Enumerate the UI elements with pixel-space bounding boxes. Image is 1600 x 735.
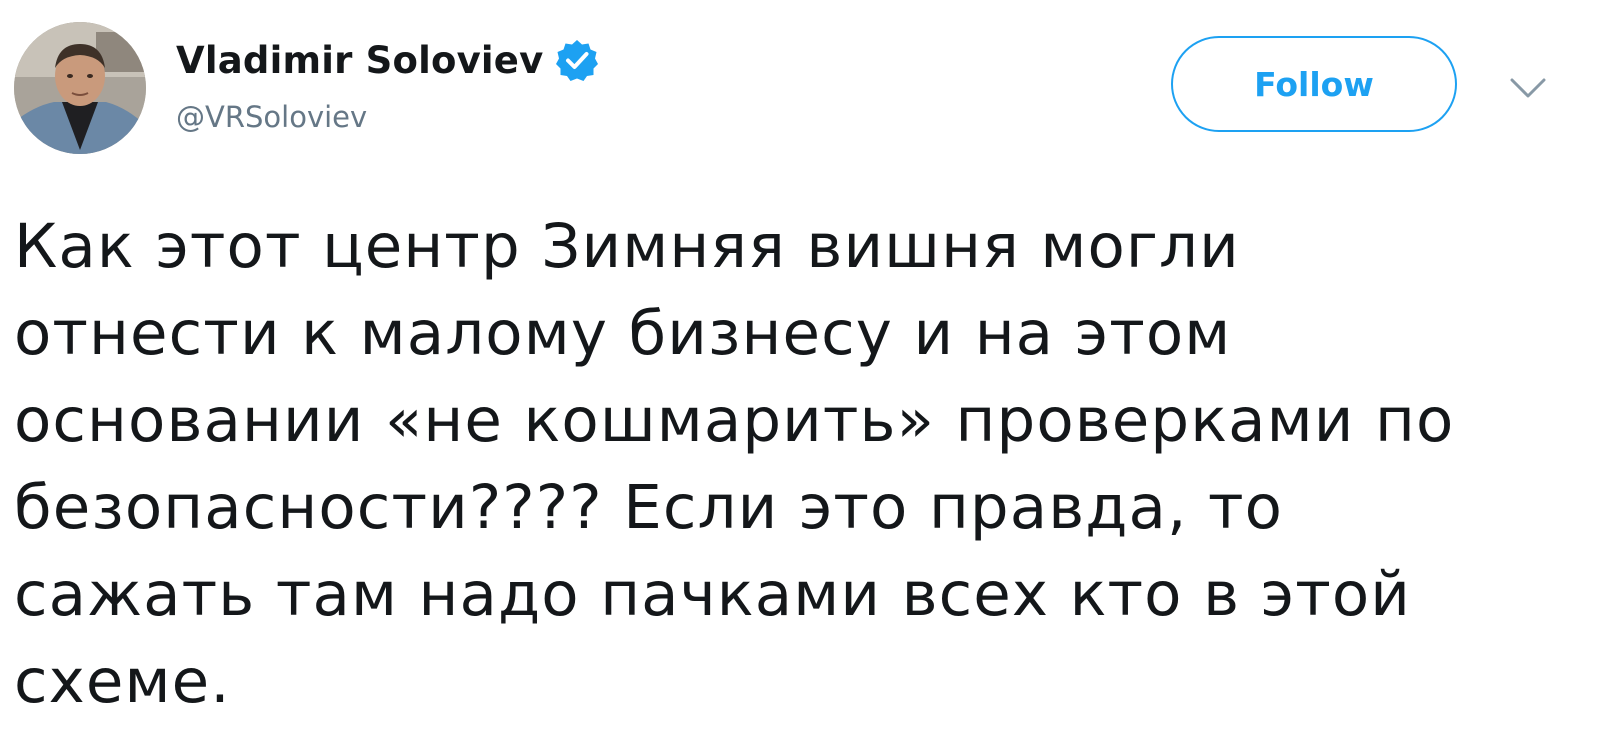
follow-button[interactable]: Follow <box>1171 36 1457 132</box>
verified-badge-icon <box>555 38 599 82</box>
display-name-row: Vladimir Soloviev <box>176 34 599 86</box>
tweet-card: Vladimir Soloviev @VRSoloviev Follow Как… <box>0 0 1600 735</box>
avatar[interactable] <box>14 22 146 154</box>
user-handle[interactable]: @VRSoloviev <box>176 100 367 134</box>
display-name[interactable]: Vladimir Soloviev <box>176 39 543 82</box>
tweet-text-line: сажать там надо пачками всех кто в этой <box>14 559 1411 630</box>
tweet-text-line: Как этот центр Зимняя вишня могли <box>14 211 1240 282</box>
chevron-down-icon[interactable] <box>1508 74 1548 102</box>
tweet-text-line: безопасности???? Если это правда, то <box>14 472 1284 543</box>
tweet-text: Как этот центр Зимняя вишня могли отнест… <box>14 203 1594 725</box>
tweet-text-line: схеме. <box>14 646 231 717</box>
tweet-text-line: основании «не кошмарить» проверками по <box>14 385 1455 456</box>
tweet-text-line: отнести к малому бизнесу и на этом <box>14 298 1232 369</box>
avatar-photo <box>14 22 146 154</box>
